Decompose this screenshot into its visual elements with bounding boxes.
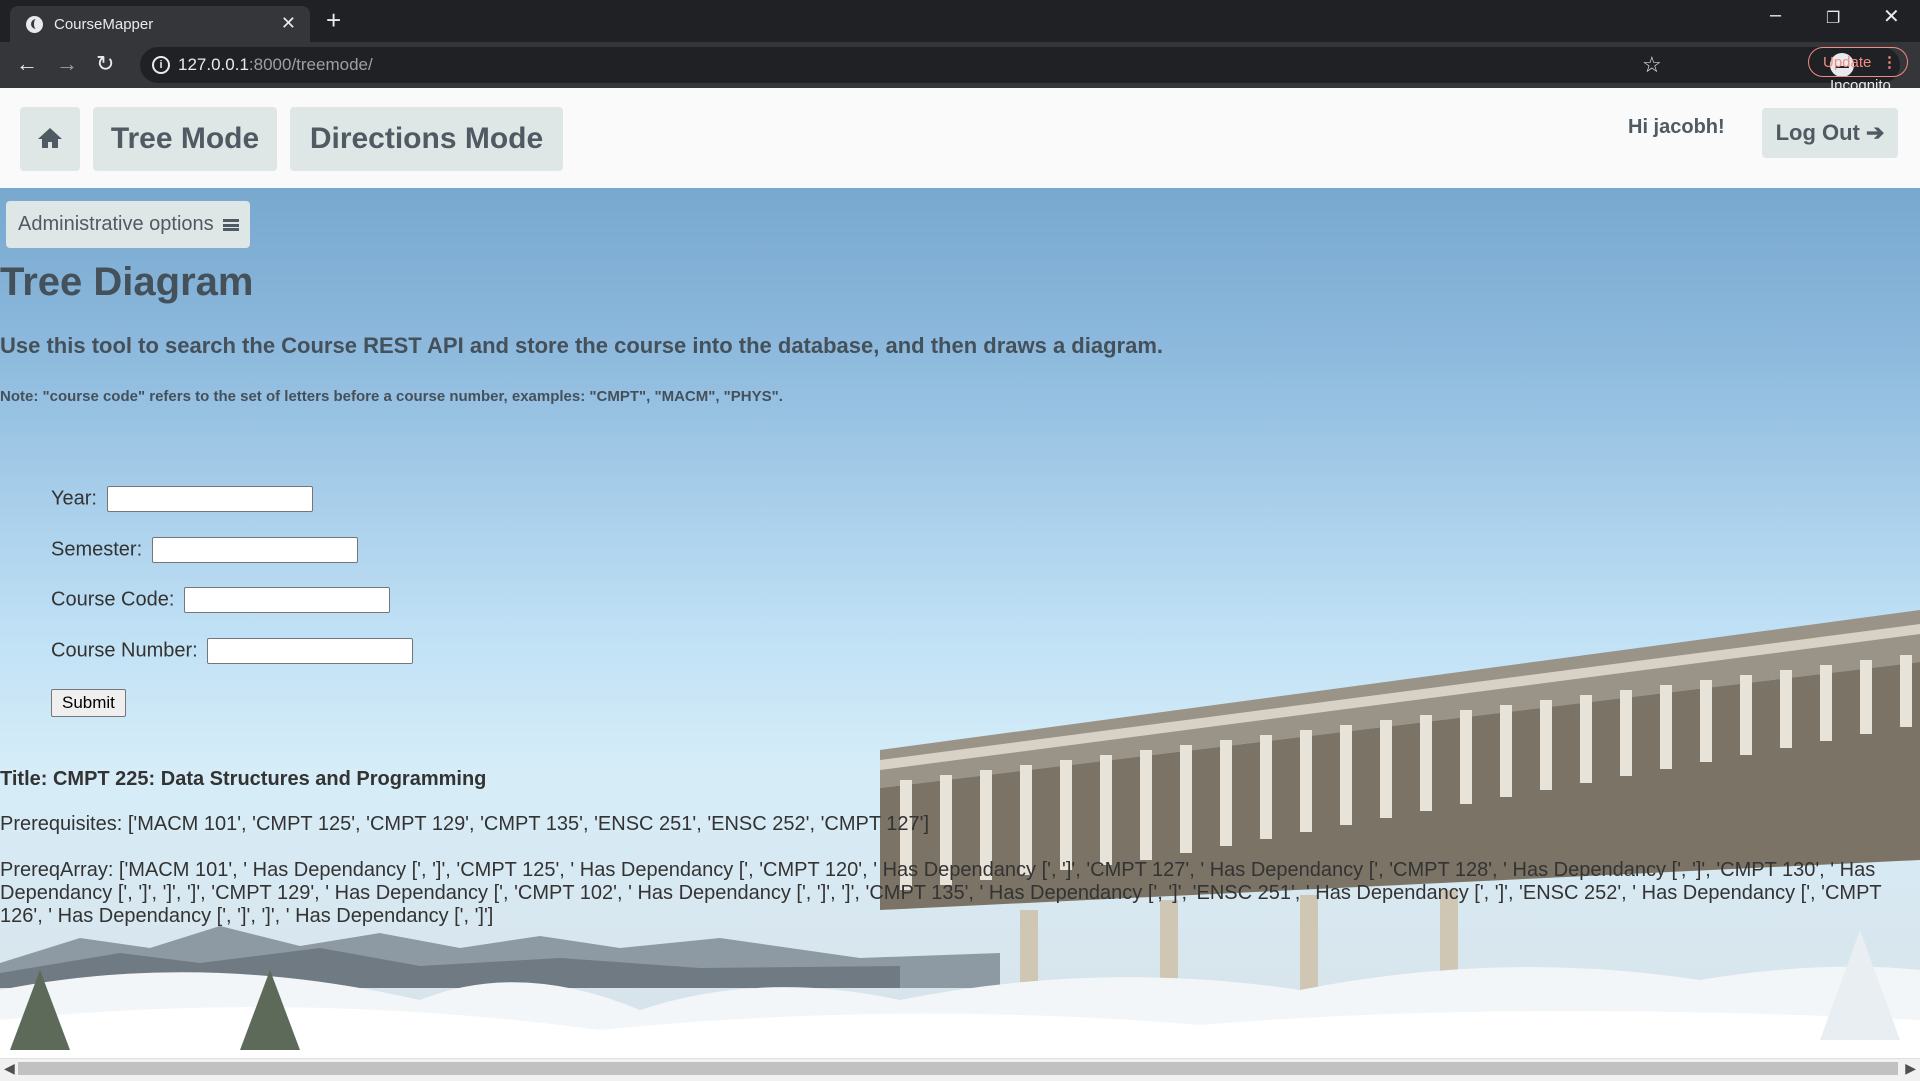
browser-tab[interactable]: CourseMapper ✕ [10, 6, 310, 42]
restore-icon[interactable]: ❐ [1826, 8, 1840, 28]
course-code-row: Course Code: [51, 587, 390, 613]
more-menu-icon[interactable]: ⋮ [1868, 48, 1897, 78]
course-number-row: Course Number: [51, 638, 414, 664]
year-input[interactable] [106, 486, 313, 512]
tool-description: Use this tool to search the Course REST … [0, 333, 1163, 358]
window-close-icon[interactable]: ✕ [1883, 4, 1900, 29]
horizontal-scrollbar[interactable]: ◀ ▶ [0, 1058, 1920, 1081]
globe-icon [26, 16, 43, 33]
year-label: Year: [51, 487, 97, 510]
close-tab-icon[interactable]: ✕ [281, 13, 296, 34]
url-text[interactable]: 127.0.0.1:8000/treemode/ [178, 55, 373, 75]
new-tab-button[interactable]: + [326, 6, 341, 34]
site-info-icon[interactable]: i [152, 56, 170, 74]
reload-icon[interactable]: ↻ [96, 52, 114, 76]
scroll-left-icon[interactable]: ◀ [4, 1060, 15, 1077]
year-row: Year: [51, 486, 313, 512]
semester-input[interactable] [151, 537, 358, 563]
snowy-trees [0, 930, 1920, 1062]
course-title: Title: CMPT 225: Data Structures and Pro… [0, 768, 487, 790]
course-code-label: Course Code: [51, 588, 175, 611]
home-button[interactable] [20, 107, 80, 171]
submit-button[interactable]: Submit [51, 689, 126, 717]
logout-button[interactable]: Log Out ➔ [1762, 108, 1898, 158]
tree-mode-button[interactable]: Tree Mode [93, 107, 277, 171]
site-navbar: Tree Mode Directions Mode Hi jacobh! Log… [0, 88, 1920, 188]
course-number-input[interactable] [207, 638, 414, 664]
course-code-input[interactable] [183, 587, 390, 613]
directions-mode-button[interactable]: Directions Mode [290, 107, 563, 171]
semester-label: Semester: [51, 538, 143, 561]
scroll-right-icon[interactable]: ▶ [1905, 1060, 1916, 1077]
administrative-options-button[interactable]: Administrative options [6, 201, 250, 248]
user-greeting: Hi jacobh! [1628, 116, 1725, 138]
bookmark-star-icon[interactable]: ☆ [1642, 52, 1662, 78]
forward-icon[interactable]: → [56, 52, 78, 76]
semester-row: Semester: [51, 537, 358, 563]
prereq-array-text: PrereqArray: ['MACM 101', ' Has Dependan… [0, 859, 1882, 927]
tab-title: CourseMapper [54, 16, 154, 33]
address-bar[interactable]: i 127.0.0.1:8000/treemode/ ☆ Incognito [140, 47, 1900, 94]
hamburger-icon [223, 218, 240, 231]
back-icon[interactable]: ← [16, 52, 38, 76]
page-title: Tree Diagram [0, 260, 254, 304]
minimize-icon[interactable]: – [1770, 4, 1781, 27]
course-code-note: Note: "course code" refers to the set of… [0, 388, 783, 405]
home-icon [38, 128, 62, 148]
prerequisites-text: Prerequisites: ['MACM 101', 'CMPT 125', … [0, 813, 929, 835]
update-button[interactable]: Update ⋮ [1808, 47, 1908, 77]
admin-options-label: Administrative options [18, 213, 214, 235]
scrollbar-thumb[interactable] [18, 1062, 1898, 1075]
browser-tab-bar: CourseMapper ✕ + – ❐ ✕ [0, 0, 1920, 42]
browser-toolbar: ← → ↻ i 127.0.0.1:8000/treemode/ ☆ Incog… [0, 42, 1920, 94]
course-number-label: Course Number: [51, 639, 198, 662]
